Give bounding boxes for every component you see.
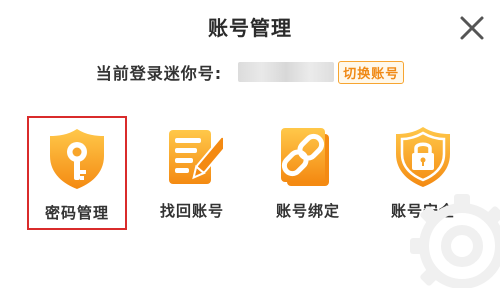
account-management-dialog: 账号管理 当前登录迷你号: 切换账号 密码管理 找回账号 账号绑定 账号安全 [0,0,500,288]
key-shield-icon [50,129,104,189]
gear-watermark-icon [410,194,500,288]
recover-account-item[interactable]: 找回账号 [142,116,242,230]
account-binding-item[interactable]: 账号绑定 [258,116,358,230]
password-management-item[interactable]: 密码管理 [27,116,127,230]
chain-link-icon [281,128,329,186]
document-pencil-icon [169,130,223,184]
recover-account-label: 找回账号 [159,202,224,220]
password-management-label: 密码管理 [44,204,109,222]
account-binding-label: 账号绑定 [275,202,340,220]
